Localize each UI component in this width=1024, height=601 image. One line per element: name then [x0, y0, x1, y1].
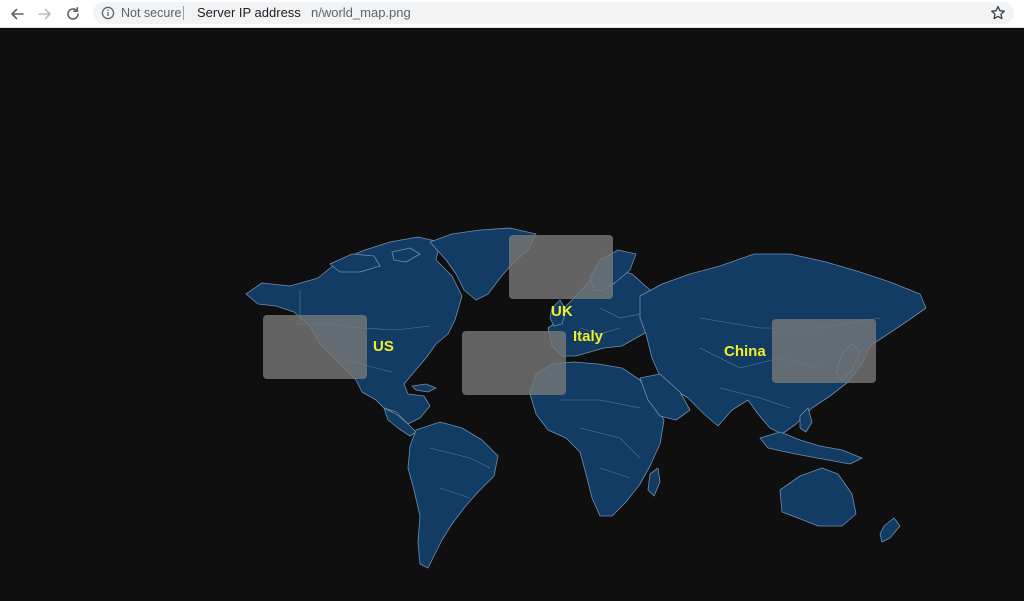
back-button[interactable]	[6, 3, 28, 25]
redaction-box-us	[263, 315, 367, 379]
arrow-left-icon	[11, 8, 24, 20]
forward-button[interactable]	[34, 3, 56, 25]
reload-button[interactable]	[62, 3, 84, 25]
redaction-box-uk	[509, 235, 613, 299]
madagascar-shape	[647, 467, 661, 497]
reload-icon	[67, 7, 79, 20]
url-host[interactable]: Server IP address	[197, 5, 301, 21]
map-label-us: US	[373, 338, 394, 355]
redaction-box-italy	[462, 331, 566, 395]
security-status-label[interactable]: Not secure	[121, 6, 181, 20]
redaction-box-china	[772, 319, 876, 383]
south-america-shape	[407, 421, 499, 569]
url-path[interactable]: n/world_map.png	[311, 5, 411, 21]
arrow-right-icon	[38, 8, 51, 20]
map-label-china: China	[724, 343, 766, 360]
page-viewport: US UK Italy China	[0, 28, 1024, 601]
star-icon[interactable]	[990, 5, 1006, 21]
caribbean-islands-shape	[411, 383, 437, 393]
map-label-italy: Italy	[573, 328, 604, 345]
southeast-asia-islands-shape	[759, 431, 863, 465]
australia-shape	[779, 467, 857, 527]
info-circle-icon[interactable]	[101, 6, 115, 20]
new-zealand-shape	[879, 517, 901, 543]
address-bar[interactable]: Not secure Server IP address n/world_map…	[93, 2, 1014, 24]
omnibox-divider	[183, 6, 184, 20]
map-label-uk: UK	[551, 303, 573, 320]
world-map-image	[245, 227, 927, 569]
browser-toolbar: Not secure Server IP address n/world_map…	[0, 0, 1024, 28]
